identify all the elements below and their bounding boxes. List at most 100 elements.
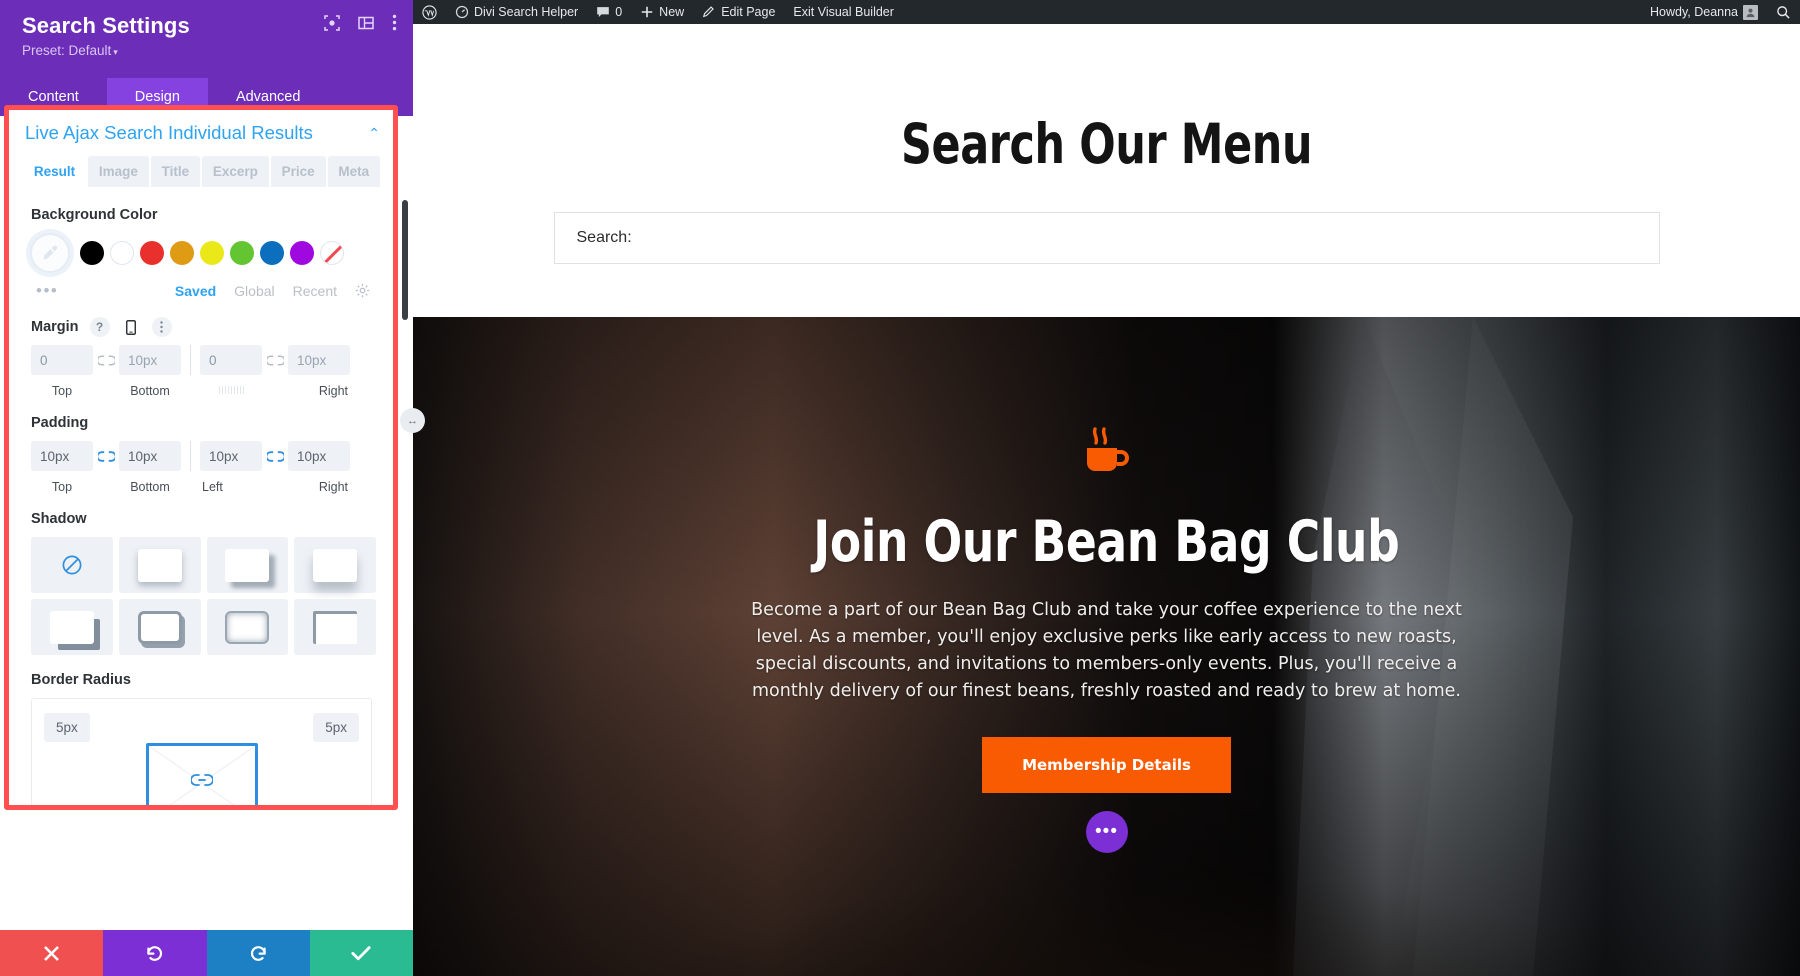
membership-details-button[interactable]: Membership Details <box>982 737 1231 793</box>
margin-bottom-caption: Bottom <box>130 384 170 398</box>
palette-saved-link[interactable]: Saved <box>175 283 216 299</box>
site-name-menu[interactable]: Divi Search Helper <box>446 0 587 24</box>
hero-paragraph: Become a part of our Bean Bag Club and t… <box>751 600 1462 701</box>
padding-horizontal-link-icon[interactable] <box>262 441 288 471</box>
padding-vertical-link-icon[interactable] <box>93 441 119 471</box>
shadow-inner-glow-option[interactable] <box>206 599 289 655</box>
swatch-green[interactable] <box>230 241 254 265</box>
shadow-corner-right-option[interactable] <box>31 599 113 655</box>
comments-menu[interactable]: 0 <box>587 0 631 24</box>
swatch-orange[interactable] <box>170 241 194 265</box>
edit-page-menu[interactable]: Edit Page <box>693 0 784 24</box>
swatch-blue[interactable] <box>260 241 284 265</box>
adminbar-search-button[interactable] <box>1767 0 1800 24</box>
plus-icon <box>641 6 653 18</box>
margin-group-header: Margin ? <box>31 317 376 337</box>
settings-footer-actions <box>0 930 413 976</box>
redo-button[interactable] <box>206 930 310 976</box>
swatch-purple[interactable] <box>290 241 314 265</box>
wp-logo-menu[interactable] <box>413 0 446 24</box>
shadow-soft-bottom-option[interactable] <box>118 537 201 593</box>
padding-bottom-caption: Bottom <box>130 480 170 494</box>
swatch-transparent[interactable] <box>320 241 344 265</box>
border-radius-link-box[interactable] <box>145 743 258 810</box>
padding-horizontal-group: 10px Left 10px Right <box>200 441 350 494</box>
padding-bottom-input[interactable]: 10px <box>119 441 181 471</box>
margin-bottom-input[interactable]: 10px <box>119 345 181 375</box>
settings-panel-header: Search Settings Preset: Default ▾ <box>0 0 413 78</box>
swatch-red[interactable] <box>140 241 164 265</box>
panel-resize-handle[interactable]: ↔ <box>400 408 425 433</box>
margin-options-kebab-icon[interactable] <box>151 317 172 337</box>
focus-icon[interactable] <box>324 14 340 31</box>
preset-selector[interactable]: Preset: Default ▾ <box>22 43 393 58</box>
padding-right-input[interactable]: 10px <box>288 441 350 471</box>
shadow-drop-wide-option[interactable] <box>294 537 376 593</box>
shadow-outline-thick-option[interactable] <box>118 599 201 655</box>
search-input-wrapper[interactable]: Search: <box>553 212 1660 264</box>
swatch-black[interactable] <box>80 241 104 265</box>
section-toggle-live-ajax-results[interactable]: Live Ajax Search Individual Results ⌃ <box>9 110 394 154</box>
subtab-excerpt[interactable]: Excerp <box>202 156 269 187</box>
padding-vertical-group: 10px Top 10px Bottom <box>31 441 181 494</box>
shadow-preview-4 <box>49 610 94 644</box>
exit-visual-builder[interactable]: Exit Visual Builder <box>784 0 903 24</box>
page-title: Search Our Menu <box>900 112 1313 176</box>
search-section: Search Our Menu Search: <box>413 24 1800 317</box>
avatar <box>1743 4 1758 20</box>
eyedropper-icon <box>43 245 58 260</box>
margin-vertical-link-icon[interactable] <box>93 345 119 375</box>
new-content-menu[interactable]: New <box>631 0 693 24</box>
subtab-meta[interactable]: Meta <box>327 156 381 187</box>
undo-button[interactable] <box>103 930 207 976</box>
section-toggle-controls: ⌃ <box>368 126 380 140</box>
chevron-up-icon[interactable]: ⌃ <box>368 126 380 140</box>
palette-recent-link[interactable]: Recent <box>293 283 337 299</box>
padding-left-input[interactable]: 10px <box>200 441 262 471</box>
border-radius-label: Border Radius <box>31 672 131 688</box>
help-icon[interactable]: ? <box>89 317 110 337</box>
comments-count: 0 <box>615 5 623 19</box>
eyedropper-picker-button[interactable] <box>30 233 70 273</box>
padding-top-input[interactable]: 10px <box>31 441 93 471</box>
padding-fields: 10px Top 10px Bottom 10px Left 10px Righ… <box>27 441 376 494</box>
gear-icon[interactable] <box>355 283 370 298</box>
margin-left-input[interactable]: 0 <box>200 345 262 375</box>
shadow-top-left-edge-option[interactable] <box>294 599 376 655</box>
margin-top-input[interactable]: 0 <box>31 345 93 375</box>
palette-global-link[interactable]: Global <box>234 283 274 299</box>
swatch-yellow[interactable] <box>200 241 224 265</box>
save-button[interactable] <box>309 930 413 976</box>
layout-columns-icon[interactable] <box>358 15 374 31</box>
color-palette-meta: ••• Saved Global Recent <box>27 282 376 299</box>
floating-action-button[interactable]: ••• <box>1085 811 1128 853</box>
background-color-label: Background Color <box>31 207 158 223</box>
subtab-result[interactable]: Result <box>23 156 86 187</box>
subtab-image[interactable]: Image <box>88 156 149 187</box>
responsive-device-icon[interactable] <box>121 317 141 337</box>
subtab-title[interactable]: Title <box>150 156 201 187</box>
background-color-swatches <box>27 233 376 273</box>
subtab-price[interactable]: Price <box>270 156 326 187</box>
more-colors-button[interactable]: ••• <box>36 282 58 299</box>
app-screen: Divi Search Helper 0 New Edit Page Exit … <box>0 0 1800 976</box>
cancel-button[interactable] <box>0 930 104 976</box>
border-radius-top-row: 5px 5px <box>44 713 359 742</box>
swatch-white[interactable] <box>110 241 134 265</box>
margin-left-cell: 0 <box>200 345 262 394</box>
edit-page-label: Edit Page <box>721 5 776 19</box>
panel-scrollbar[interactable] <box>402 200 408 320</box>
margin-right-input[interactable]: 10px <box>288 345 350 375</box>
account-menu[interactable]: Howdy, Deanna <box>1641 0 1767 24</box>
kebab-menu-icon[interactable] <box>392 14 397 31</box>
no-shadow-icon <box>61 554 83 576</box>
margin-horizontal-link-icon[interactable] <box>262 345 288 375</box>
padding-top-cell: 10px Top <box>31 441 93 494</box>
border-radius-top-right-input[interactable]: 5px <box>313 713 359 742</box>
border-radius-top-left-input[interactable]: 5px <box>44 713 90 742</box>
shadow-none-option[interactable] <box>31 537 113 593</box>
margin-right-cell: 10px Right <box>288 345 350 398</box>
chevron-down-icon: ▾ <box>113 47 118 57</box>
shadow-hard-offset-option[interactable] <box>206 537 289 593</box>
padding-bottom-cell: 10px Bottom <box>119 441 181 494</box>
